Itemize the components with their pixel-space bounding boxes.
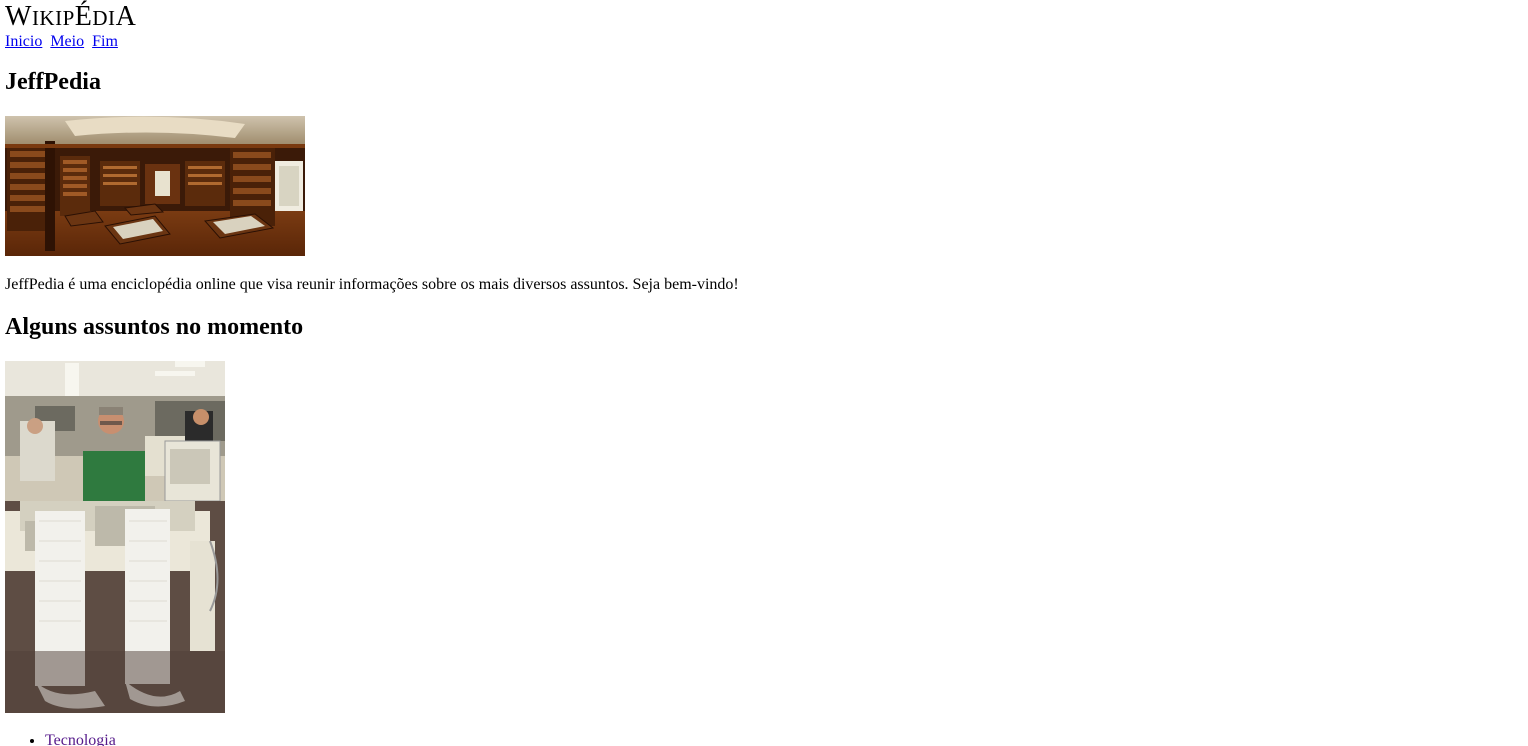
list-item: Tecnologia — [45, 731, 116, 746]
library-image — [5, 116, 305, 256]
section-heading: Alguns assuntos no momento — [5, 314, 304, 340]
wikipedia-logo[interactable]: WIKIPÉDIA — [5, 2, 1505, 32]
nav-link-inicio[interactable]: Inicio — [5, 33, 42, 50]
logo-letter: W — [5, 1, 32, 32]
topics-list: Tecnologia — [5, 731, 116, 746]
logo-letters: IKIP — [31, 6, 75, 30]
topic-link-tecnologia[interactable]: Tecnologia — [45, 732, 116, 746]
logo-letter: A — [115, 1, 137, 32]
nav-link-meio[interactable]: Meio — [50, 33, 84, 50]
intro-paragraph: JeffPedia é uma enciclopédia online que … — [5, 276, 739, 293]
page: WIKIPÉDIA Inicio Meio Fim JeffPedia Jeff… — [5, 0, 1505, 746]
logo-letters: DI — [92, 6, 116, 30]
computer-room-image — [5, 361, 225, 713]
logo-letter: É — [74, 1, 93, 32]
nav-link-fim[interactable]: Fim — [92, 33, 118, 50]
top-nav: Inicio Meio Fim — [5, 33, 1505, 51]
page-title: JeffPedia — [5, 69, 101, 95]
